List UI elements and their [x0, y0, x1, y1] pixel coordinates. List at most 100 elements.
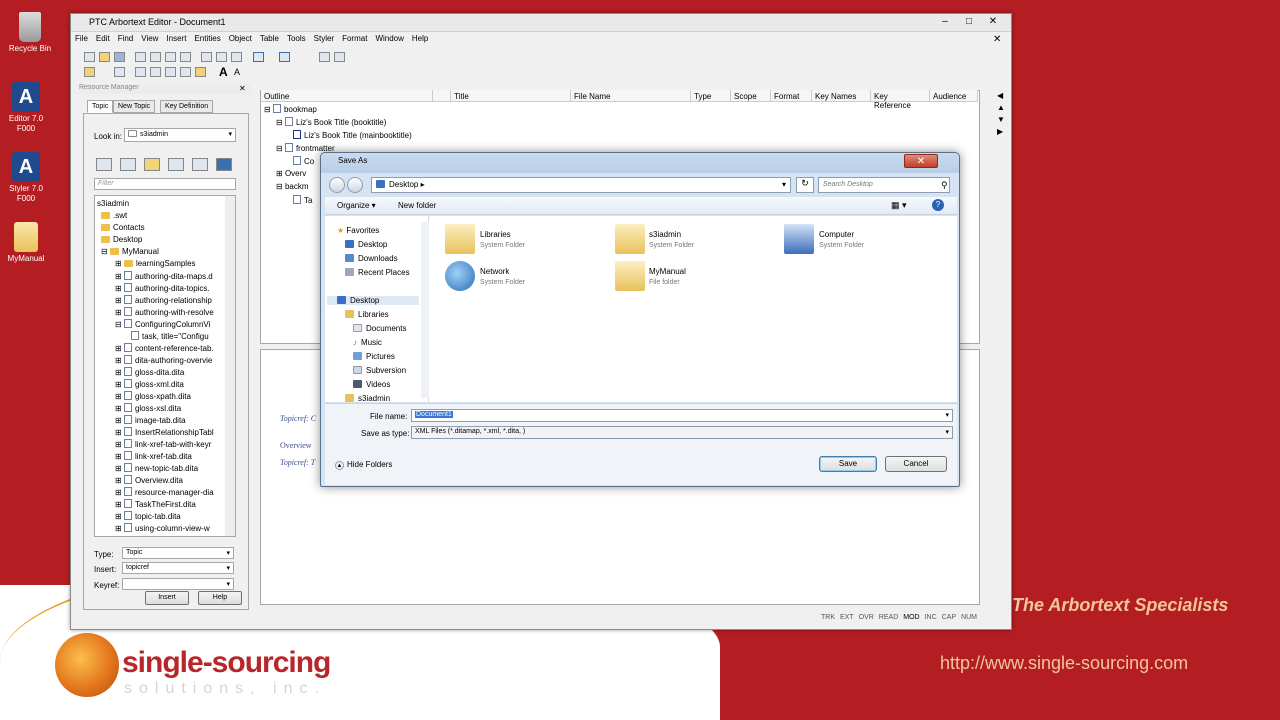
tree-item[interactable]: ⊞ gloss-xpath.dita [115, 391, 191, 401]
insert-select[interactable]: topicref ▾ [122, 562, 234, 574]
column-header-key-icon[interactable] [433, 90, 451, 102]
desktop-icon-editor[interactable]: A Editor 7.0 F000 [0, 82, 56, 134]
tree-item[interactable]: ⊞ image-tab.dita [115, 415, 186, 425]
nav-libraries[interactable]: Libraries [345, 310, 389, 319]
nav-downloads[interactable]: Downloads [345, 254, 398, 263]
tree-item[interactable]: ⊞ gloss-xml.dita [115, 379, 184, 389]
open-folder-icon[interactable] [99, 52, 110, 62]
nav-music[interactable]: ♪ Music [353, 338, 382, 347]
address-bar[interactable]: Desktop ▸ ▾ [371, 177, 791, 193]
close-document-button[interactable]: ✕ [993, 34, 1001, 45]
views-icon[interactable]: ▦ ▾ [891, 200, 907, 211]
tree-item[interactable]: ⊞ link-xref-tab.dita [115, 451, 192, 461]
help-button[interactable]: Help [198, 591, 242, 605]
cut-icon[interactable] [201, 52, 212, 62]
font-larger-icon[interactable]: A [219, 65, 228, 79]
column-header-outline[interactable]: Outline [261, 90, 433, 102]
tree-item[interactable]: ⊞ dita-authoring-overvie [115, 355, 212, 365]
tree-item[interactable]: ⊞ learningSamples [115, 259, 196, 268]
menu-window[interactable]: Window [375, 34, 403, 43]
tree-item[interactable]: .swt [101, 211, 127, 220]
tree-item[interactable]: ⊞ using-column-view-w [115, 523, 210, 533]
save-icon[interactable] [114, 52, 125, 62]
tab-key-definition[interactable]: Key Definition [160, 100, 214, 113]
outline-row[interactable]: Ta [293, 195, 312, 205]
save-as-type-select[interactable]: XML Files (*.ditamap, *.xml, *.dita, ) ▾ [411, 426, 953, 439]
outline-row[interactable]: ⊞ Overv [276, 169, 306, 178]
tree-item[interactable]: ⊞ gloss-dita.dita [115, 367, 184, 377]
menu-file[interactable]: File [75, 34, 88, 43]
undo-icon[interactable] [253, 52, 264, 62]
outline-row[interactable]: ⊟ Liz's Book Title (booktitle) [276, 117, 386, 127]
tree-item[interactable]: ⊞ content-reference-tab. [115, 343, 214, 353]
nav-subversion[interactable]: Subversion [353, 366, 406, 375]
column-header-key-names[interactable]: Key Names [812, 90, 871, 102]
back-icon[interactable] [120, 158, 136, 171]
table-icon[interactable] [319, 52, 330, 62]
refresh-button[interactable]: ↻ [796, 177, 814, 193]
tree-item[interactable]: ⊞ topic-tab.dita [115, 511, 181, 521]
menu-insert[interactable]: Insert [166, 34, 186, 43]
new-document-icon[interactable] [84, 52, 95, 62]
tree-item[interactable]: ⊟ MyManual [101, 247, 159, 256]
tree-item[interactable]: ⊞ new-topic-tab.dita [115, 463, 198, 473]
column-header-audience[interactable]: Audience [930, 90, 978, 102]
nav-videos[interactable]: Videos [353, 380, 390, 389]
tree-item[interactable]: ⊞ authoring-with-resolve [115, 307, 214, 317]
nav-scrollbar[interactable] [421, 222, 429, 398]
info-icon[interactable] [216, 158, 232, 171]
column-header-scope[interactable]: Scope [731, 90, 771, 102]
file-item-network[interactable]: Network System Folder [480, 266, 525, 288]
validate-icon[interactable] [135, 67, 146, 77]
back-button[interactable] [329, 177, 345, 193]
insert-markup-icon[interactable] [84, 67, 95, 77]
file-item-mymanual[interactable]: MyManual File folder [649, 266, 686, 288]
tree-item[interactable]: ⊞ gloss-xsl.dita [115, 403, 181, 413]
tab-new-topic[interactable]: New Topic [113, 100, 156, 113]
menu-view[interactable]: View [141, 34, 158, 43]
spellcheck-icon[interactable] [180, 52, 191, 62]
menu-styler[interactable]: Styler [314, 34, 334, 43]
tree-scrollbar[interactable] [225, 196, 235, 536]
nav-pictures[interactable]: Pictures [353, 352, 395, 361]
organize-button[interactable]: Organize ▾ [337, 201, 376, 210]
search-input[interactable]: Search Desktop [818, 177, 950, 193]
outline-row[interactable]: Liz's Book Title (mainbooktitle) [293, 130, 412, 140]
cancel-button[interactable]: Cancel [885, 456, 947, 472]
paste-icon[interactable] [231, 52, 242, 62]
print-preview-icon[interactable] [150, 52, 161, 62]
close-panel-icon[interactable]: ✕ [239, 84, 246, 93]
tree-item[interactable]: ⊟ ConfiguringColumnVi [115, 319, 210, 329]
tree-item[interactable]: ⊞ TaskTheFirst.dita [115, 499, 196, 509]
menu-find[interactable]: Find [118, 34, 134, 43]
column-header-title[interactable]: Title [451, 90, 571, 102]
nav-documents[interactable]: Documents [353, 324, 406, 333]
close-window-button[interactable]: ✕ [985, 16, 1001, 28]
insert-button[interactable]: Insert [145, 591, 189, 605]
menu-object[interactable]: Object [229, 34, 252, 43]
find-icon[interactable] [165, 52, 176, 62]
save-button[interactable]: Save [819, 456, 877, 472]
file-item-s3iadmin[interactable]: s3iadmin System Folder [649, 229, 694, 251]
nav-recent-places[interactable]: Recent Places [345, 268, 410, 277]
outline-row[interactable]: ⊟ backm [276, 182, 309, 191]
forward-button[interactable] [347, 177, 363, 193]
tag-icon[interactable] [165, 67, 176, 77]
tree-item[interactable]: ⊞ Overview.dita [115, 475, 183, 485]
nav-favorites[interactable]: ★ Favorites [337, 226, 379, 235]
tree-item[interactable]: s3iadmin [97, 199, 129, 208]
outline-row[interactable]: ⊟ bookmap [264, 104, 317, 114]
menu-entities[interactable]: Entities [194, 34, 220, 43]
attributes-icon[interactable] [180, 67, 191, 77]
menu-format[interactable]: Format [342, 34, 367, 43]
type-select[interactable]: Topic ▾ [122, 547, 234, 559]
tree-item[interactable]: ⊞ authoring-relationship [115, 295, 212, 305]
desktop-icon-recycle-bin[interactable]: Recycle Bin [0, 12, 60, 54]
dialog-close-button[interactable]: ✕ [904, 154, 938, 168]
hide-folders-button[interactable]: ▲ Hide Folders [335, 460, 392, 470]
desktop-icon-mymanual[interactable]: MyManual [0, 222, 56, 264]
column-header-key-reference[interactable]: Key Reference [871, 90, 930, 110]
maximize-button[interactable]: □ [961, 16, 977, 28]
menu-help[interactable]: Help [412, 34, 428, 43]
nav-tree-desktop[interactable]: Desktop [327, 296, 419, 305]
